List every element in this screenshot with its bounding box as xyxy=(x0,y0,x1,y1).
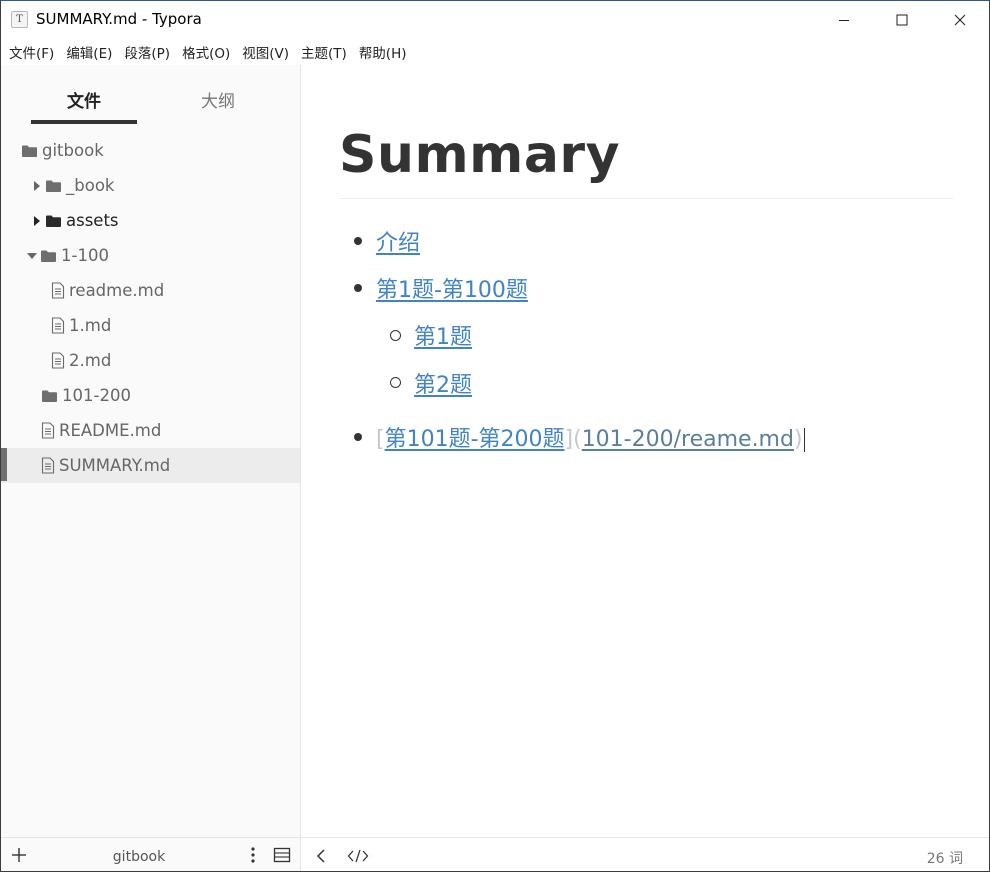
link-q2[interactable]: 第2题 xyxy=(414,373,472,398)
file-icon xyxy=(51,352,65,369)
close-icon xyxy=(954,14,966,25)
text-cursor xyxy=(803,428,805,452)
tree-file-row[interactable]: README.md xyxy=(1,413,300,448)
md-bracket-paren: ]( xyxy=(564,427,582,452)
caret-right-icon[interactable] xyxy=(31,215,43,227)
list-item-range-101-200-editing: [第101题-第200题](101-200/reame.md) xyxy=(376,421,805,453)
tree-item-label: _book xyxy=(66,176,115,195)
file-tree: gitbook _bookassets 1-100 readme.md 1.md 2.md… xyxy=(1,133,300,483)
file-icon xyxy=(51,317,65,334)
maximize-icon xyxy=(896,14,908,25)
sidebar-tabs: 文件 大纲 xyxy=(1,65,300,127)
folder-icon xyxy=(40,249,57,263)
caret-down-icon[interactable] xyxy=(26,250,38,262)
chevron-left-icon[interactable] xyxy=(315,848,327,864)
link-intro[interactable]: 介绍 xyxy=(376,231,420,256)
bullet-circle xyxy=(390,377,401,388)
link-range-1-100[interactable]: 第1题-第100题 xyxy=(376,278,528,303)
window-title: SUMMARY.md - Typora xyxy=(36,10,202,28)
tree-file-row[interactable]: 2.md xyxy=(1,343,300,378)
menu-bar: 文件(F) 编辑(E) 段落(P) 格式(O) 视图(V) 主题(T) 帮助(H… xyxy=(1,38,989,65)
folder-icon xyxy=(45,179,62,193)
menu-paragraph[interactable]: 段落(P) xyxy=(118,42,176,62)
bullet-disc xyxy=(354,284,362,292)
close-button[interactable] xyxy=(931,1,989,38)
minimize-button[interactable] xyxy=(815,1,873,38)
tree-item-label: 1.md xyxy=(69,316,112,335)
sidebar: 文件 大纲 gitbook _bookassets 1-100 readme.md 1.… xyxy=(1,65,301,837)
tree-item-label: 1-100 xyxy=(61,246,109,265)
folder-icon xyxy=(41,389,58,403)
file-icon xyxy=(51,282,65,299)
tree-file-row[interactable]: SUMMARY.md xyxy=(1,448,300,483)
minimize-icon xyxy=(839,19,849,21)
tree-item-label: SUMMARY.md xyxy=(59,456,171,475)
tree-item-label: 2.md xyxy=(69,351,112,370)
tree-file-row[interactable]: readme.md xyxy=(1,273,300,308)
selected-row-indicator xyxy=(1,448,7,481)
menu-help[interactable]: 帮助(H) xyxy=(353,42,413,62)
tree-folder-row[interactable]: assets xyxy=(1,203,300,238)
tree-folder-row[interactable]: gitbook xyxy=(1,133,300,168)
tree-item-label: 101-200 xyxy=(62,386,131,405)
link-url[interactable]: 101-200/reame.md xyxy=(582,427,794,452)
document-heading[interactable]: Summary xyxy=(339,125,620,185)
tree-item-label: README.md xyxy=(59,421,162,440)
folder-icon xyxy=(45,214,62,228)
menu-theme[interactable]: 主题(T) xyxy=(295,42,353,62)
list-item-q2: 第2题 xyxy=(414,367,472,399)
list-item-range-1-100: 第1题-第100题 xyxy=(376,272,528,304)
editor-status-bar: 26 词 xyxy=(301,837,989,871)
caret-right-icon[interactable] xyxy=(31,180,43,192)
source-code-icon[interactable] xyxy=(347,848,369,864)
tab-files[interactable]: 文件 xyxy=(67,87,101,112)
bullet-disc xyxy=(354,237,362,245)
link-q1[interactable]: 第1题 xyxy=(414,325,472,350)
list-item-q1: 第1题 xyxy=(414,319,472,351)
menu-format[interactable]: 格式(O) xyxy=(176,42,236,62)
file-icon xyxy=(41,422,55,439)
tree-file-row[interactable]: 1.md xyxy=(1,308,300,343)
bullet-disc xyxy=(354,433,362,441)
bullet-circle xyxy=(390,330,401,341)
view-mode-icon[interactable] xyxy=(273,847,291,863)
editor-pane[interactable]: Summary 介绍 第1题-第100题 第1题 第2题 [第101题-第200… xyxy=(301,65,989,837)
typora-app-icon: T xyxy=(11,11,28,28)
tree-item-label: assets xyxy=(66,211,119,230)
more-options-icon[interactable] xyxy=(247,846,259,864)
link-range-101-200[interactable]: 第101题-第200题 xyxy=(385,427,565,452)
file-icon xyxy=(41,457,55,474)
sidebar-footer: gitbook xyxy=(1,837,301,871)
tree-folder-row[interactable]: 101-200 xyxy=(1,378,300,413)
tab-outline[interactable]: 大纲 xyxy=(201,87,235,112)
maximize-button[interactable] xyxy=(873,1,931,38)
menu-file[interactable]: 文件(F) xyxy=(3,42,60,62)
md-bracket-open: [ xyxy=(376,427,385,452)
menu-view[interactable]: 视图(V) xyxy=(236,42,295,62)
title-bar[interactable]: T SUMMARY.md - Typora xyxy=(1,1,989,38)
menu-edit[interactable]: 编辑(E) xyxy=(60,42,118,62)
list-item-intro: 介绍 xyxy=(376,225,420,257)
md-paren-close: ) xyxy=(793,427,803,452)
tree-item-label: gitbook xyxy=(42,141,104,160)
current-folder-name[interactable]: gitbook xyxy=(1,849,277,865)
tree-folder-row[interactable]: 1-100 xyxy=(1,238,300,273)
word-count[interactable]: 26 词 xyxy=(927,848,963,868)
tree-folder-row[interactable]: _book xyxy=(1,168,300,203)
heading-underline xyxy=(339,198,953,199)
typora-window: T SUMMARY.md - Typora 文件(F) 编辑(E) 段落(P) … xyxy=(0,0,990,872)
folder-icon xyxy=(21,144,38,158)
tree-item-label: readme.md xyxy=(69,281,165,300)
active-tab-indicator xyxy=(31,120,137,124)
